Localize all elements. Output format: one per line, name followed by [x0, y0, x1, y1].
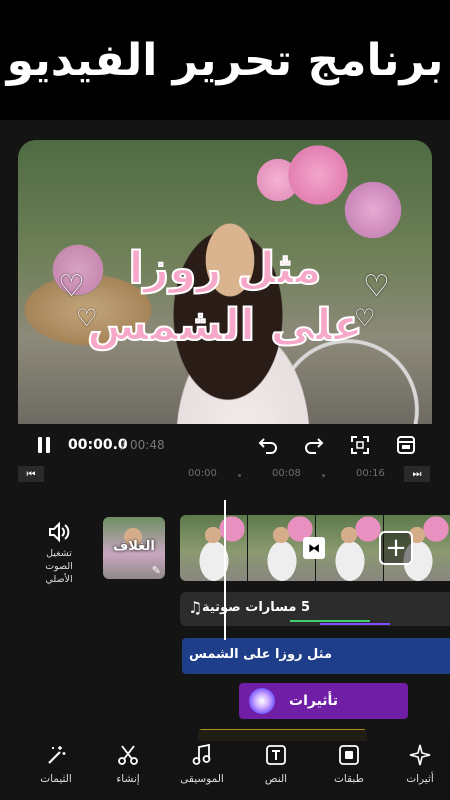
video-frame: [316, 515, 383, 581]
audio-track-label: 5 مسارات صوتية: [201, 600, 310, 615]
plus-icon: +: [385, 533, 407, 563]
toolbar-item-label: إنشاء: [116, 773, 140, 785]
ruler-dot: [238, 474, 241, 477]
toolbar-item-text[interactable]: النص: [248, 740, 304, 785]
video-preview[interactable]: ♡ ♡ ♡ ♡ مثل روزا على الشمس: [18, 140, 432, 424]
magic-wand-icon: [28, 740, 84, 770]
cover-label: الغلاف: [113, 539, 155, 554]
original-audio-label-line1: تشغيل الصوت: [45, 548, 73, 572]
pause-button[interactable]: [32, 433, 56, 457]
edit-icon: ✎: [151, 564, 161, 577]
frame-icon: [397, 436, 415, 454]
original-audio-label-line2: الأصلي: [45, 573, 73, 585]
toolbar-item-label: الثيمات: [40, 773, 72, 785]
transition-button[interactable]: ⧓: [303, 537, 325, 559]
export-frame-button[interactable]: [394, 433, 418, 457]
music-icon: [174, 740, 230, 770]
current-time: 00:00.0: [68, 437, 128, 453]
original-audio-toggle[interactable]: تشغيل الصوت الأصلي: [34, 520, 84, 586]
video-frame: [180, 515, 247, 581]
playhead[interactable]: [224, 500, 226, 640]
toolbar-item-music[interactable]: الموسيقى: [174, 740, 230, 785]
audio-waveform: [290, 620, 370, 622]
effect-star-icon: [249, 688, 275, 714]
overlay-text[interactable]: مثل روزا على الشمس: [78, 240, 372, 354]
fullscreen-button[interactable]: [348, 433, 372, 457]
transition-icon: ⧓: [308, 541, 320, 555]
bottom-toolbar: أثيرات طبقات النص الموسيقى إنشاء الثيمات: [0, 730, 450, 800]
text-track[interactable]: مثل روزا على الشمس: [182, 638, 450, 674]
toolbar-item-label: النص: [264, 773, 288, 785]
toolbar-item-label: طبقات: [334, 773, 364, 785]
time-separator: /: [121, 438, 126, 452]
banner-title: برنامج تحرير الفيديو: [6, 34, 444, 86]
time-ruler[interactable]: 00:00 00:08 00:16: [0, 465, 450, 485]
ruler-dot: [322, 474, 325, 477]
text-track-label: مثل روزا على الشمس: [188, 647, 332, 662]
audio-track[interactable]: ♫ 5 مسارات صوتية: [180, 592, 450, 626]
toolbar-item-layers[interactable]: طبقات: [321, 740, 377, 785]
toolbar-item-create[interactable]: إنشاء: [100, 740, 156, 785]
layers-icon: [321, 740, 377, 770]
music-note-icon: ♫: [188, 598, 203, 617]
toolbar-item-label: الموسيقى: [180, 773, 224, 785]
redo-icon: [305, 438, 324, 454]
scissors-icon: [100, 740, 156, 770]
effects-track[interactable]: تأثيرات: [239, 683, 408, 719]
sparkle-icon: [392, 740, 448, 770]
fullscreen-icon: [351, 436, 369, 454]
audio-waveform: [320, 623, 390, 625]
toolbar-item-effects[interactable]: أثيرات: [392, 740, 448, 785]
effects-track-label: تأثيرات: [289, 693, 339, 709]
add-clip-button[interactable]: +: [379, 531, 413, 565]
undo-button[interactable]: [256, 433, 280, 457]
toolbar-item-themes[interactable]: الثيمات: [28, 740, 84, 785]
overlay-line-1: مثل روزا: [128, 242, 323, 295]
ruler-mark: 00:08: [272, 468, 301, 479]
title-banner: برنامج تحرير الفيديو: [0, 0, 450, 120]
undo-icon: [258, 438, 277, 454]
total-time: 00:48: [130, 438, 165, 452]
ruler-mark: 00:16: [356, 468, 385, 479]
toolbar-item-label: أثيرات: [406, 773, 434, 785]
cover-thumbnail[interactable]: الغلاف ✎: [103, 517, 165, 579]
redo-button[interactable]: [302, 433, 326, 457]
overlay-line-2: على الشمس: [86, 299, 364, 352]
text-icon: [248, 740, 304, 770]
pause-icon: [38, 437, 50, 453]
speaker-icon: [49, 521, 70, 543]
ruler-mark: 00:00: [188, 468, 217, 479]
